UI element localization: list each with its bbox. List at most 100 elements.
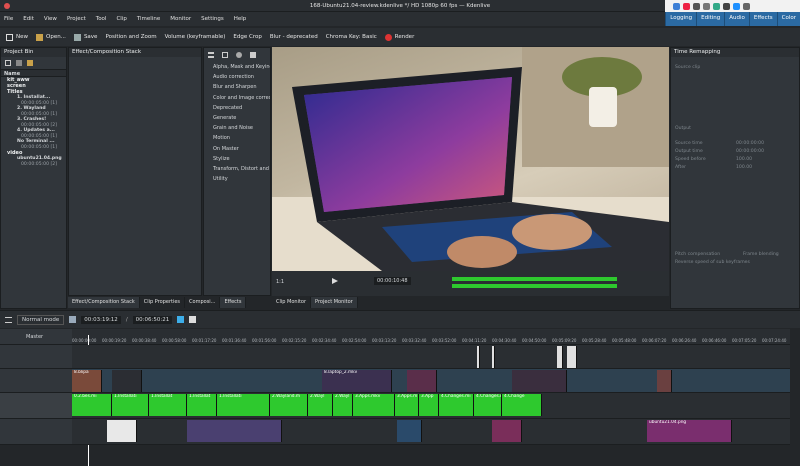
tray-icon[interactable] (703, 2, 710, 10)
tray-icon[interactable] (693, 2, 700, 10)
timeline-clip[interactable] (397, 420, 422, 442)
track-v3[interactable] (72, 345, 790, 369)
timeline-position[interactable]: 00:03:19:12 (81, 315, 121, 324)
tab-project-monitor[interactable]: Project Monitor (311, 297, 358, 308)
timeline-clip[interactable]: 4.Change (502, 394, 542, 416)
favorite-icon[interactable] (250, 52, 256, 58)
layout-color[interactable]: Color (776, 12, 800, 26)
menu-settings[interactable]: Settings (201, 16, 224, 22)
timeline-clip[interactable]: 3.App (419, 394, 439, 416)
open-button[interactable]: Open... (36, 33, 66, 41)
timeline-clip[interactable]: 2.Wayland.m (270, 394, 308, 416)
track-v1[interactable]: 0.2.bes.mi 1.Installati 1.Installat 1.Insta… (72, 393, 790, 419)
tray-icon[interactable] (673, 2, 680, 10)
audio-icon[interactable] (236, 52, 242, 58)
menu-view[interactable]: View (44, 16, 57, 22)
track-v2[interactable]: 8.blipa 8.laptop_2.mkv (72, 369, 790, 393)
effect-category[interactable]: On Master (204, 144, 270, 154)
menu-tool[interactable]: Tool (96, 16, 107, 22)
bin-clip[interactable]: ubuntu21.04.png 00:00:05:00 [2] (1, 156, 66, 167)
tray-icon[interactable] (743, 2, 750, 10)
track-v0[interactable]: ubuntu21.04.png (72, 419, 790, 445)
timeline-clip[interactable]: 1.Installat (149, 394, 187, 416)
folder-icon[interactable] (27, 60, 33, 66)
layout-audio[interactable]: Audio (724, 12, 749, 26)
pitch-compensation-checkbox[interactable]: Pitch compensation Frame blending (671, 252, 799, 257)
effect-category[interactable]: Transform, Distort and Perspective (204, 164, 270, 174)
tab-clip-monitor[interactable]: Clip Monitor (272, 297, 312, 308)
timeline-clip[interactable] (567, 346, 577, 368)
timeline-clip[interactable] (112, 370, 142, 392)
timeline-clip[interactable] (407, 370, 437, 392)
timeline-clip[interactable]: 4.Changes.mi (439, 394, 474, 416)
effect-category[interactable]: Generate (204, 113, 270, 123)
bin-clip[interactable]: 3. Crashes! 00:00:05:00 [2] (1, 117, 66, 128)
source-time-field[interactable]: 00:00:00:00 (736, 141, 764, 146)
menu-project[interactable]: Project (67, 16, 86, 22)
frame-blending-checkbox[interactable]: Frame blending (743, 252, 779, 257)
speed-after-field[interactable]: 100.00 (736, 165, 752, 170)
blur-button[interactable]: Blur - deprecated (270, 34, 318, 40)
timeline-clip[interactable]: 2.Wayl (333, 394, 353, 416)
play-icon[interactable] (332, 278, 338, 284)
timeline-clip[interactable] (512, 370, 567, 392)
layout-effects[interactable]: Effects (748, 12, 777, 26)
timeline-clip[interactable]: 8.laptop_2.mkv (322, 370, 392, 392)
render-button[interactable]: Render (384, 33, 414, 41)
timeline-clip[interactable] (187, 420, 282, 442)
star-icon[interactable] (189, 316, 197, 323)
add-clip-icon[interactable] (16, 60, 22, 66)
timeline-clip[interactable]: 4.Changes.mi (474, 394, 502, 416)
effect-category[interactable]: Alpha, Mask and Keying (204, 62, 270, 72)
timeline-clip[interactable]: 1.Installati (112, 394, 149, 416)
new-button[interactable]: New (6, 33, 28, 41)
effect-category[interactable]: Blur and Sharpen (204, 82, 270, 92)
timeline-clip[interactable] (477, 346, 480, 368)
tab-effects[interactable]: Effects (220, 297, 247, 308)
tab-effect-stack[interactable]: Effect/Composition Stack (68, 297, 140, 308)
effect-category[interactable]: Audio correction (204, 72, 270, 82)
bin-clip[interactable]: 1. Installat... 00:00:05:00 [1] (1, 95, 66, 106)
effect-category[interactable]: Stylize (204, 154, 270, 164)
chroma-key-button[interactable]: Chroma Key: Basic (326, 34, 377, 40)
timeline-clip[interactable]: 0.2.bes.mi (72, 394, 112, 416)
menu-monitor[interactable]: Monitor (170, 16, 191, 22)
bin-name-column[interactable]: Name (1, 69, 66, 77)
snap-icon[interactable] (177, 316, 185, 323)
position-zoom-button[interactable]: Position and Zoom (105, 34, 156, 40)
timeline-duration[interactable]: 00:06:50:21 (132, 315, 173, 324)
menu-icon[interactable] (5, 316, 12, 323)
monitor-zoom[interactable]: 1:1 (276, 279, 284, 285)
tray-icon[interactable] (733, 2, 740, 10)
edit-mode-select[interactable]: Normal mode (17, 314, 65, 325)
layout-editing[interactable]: Editing (696, 12, 725, 26)
tab-compositions[interactable]: Composi... (185, 297, 221, 308)
razor-icon[interactable] (69, 316, 77, 323)
timeline-clip[interactable]: 1.Installati (217, 394, 270, 416)
tray-icon[interactable] (723, 2, 730, 10)
effect-category[interactable]: Motion (204, 133, 270, 143)
list-icon[interactable] (208, 52, 214, 58)
monitor-timecode[interactable]: 00:00:10:48 (374, 277, 411, 285)
video-icon[interactable] (222, 52, 228, 58)
timeline-clip[interactable]: 3.Apps.m (395, 394, 419, 416)
menu-clip[interactable]: Clip (116, 16, 126, 22)
timeline-clip[interactable]: 8.blipa (72, 370, 102, 392)
tab-clip-properties[interactable]: Clip Properties (140, 297, 186, 308)
reverse-speed-checkbox[interactable]: Reverse speed of sub keyframes (671, 260, 799, 265)
timeline-clip[interactable] (492, 346, 495, 368)
menu-timeline[interactable]: Timeline (137, 16, 160, 22)
timeline-clip[interactable]: ubuntu21.04.png (647, 420, 732, 442)
output-time-field[interactable]: 00:00:00:00 (736, 149, 764, 154)
volume-button[interactable]: Volume (keyframable) (165, 34, 226, 40)
edge-crop-button[interactable]: Edge Crop (233, 34, 261, 40)
timeline-clip[interactable] (107, 420, 137, 442)
menu-help[interactable]: Help (234, 16, 247, 22)
bin-clip[interactable]: 4. Updates a... 00:00:05:00 [1] (1, 128, 66, 139)
bin-clip[interactable]: 2. Wayland 00:00:05:00 [1] (1, 106, 66, 117)
effect-category[interactable]: Utility (204, 174, 270, 184)
menu-file[interactable]: File (4, 16, 13, 22)
save-button[interactable]: Save (73, 33, 97, 41)
bin-menu-icon[interactable] (5, 60, 11, 66)
tray-icon[interactable] (683, 2, 690, 10)
